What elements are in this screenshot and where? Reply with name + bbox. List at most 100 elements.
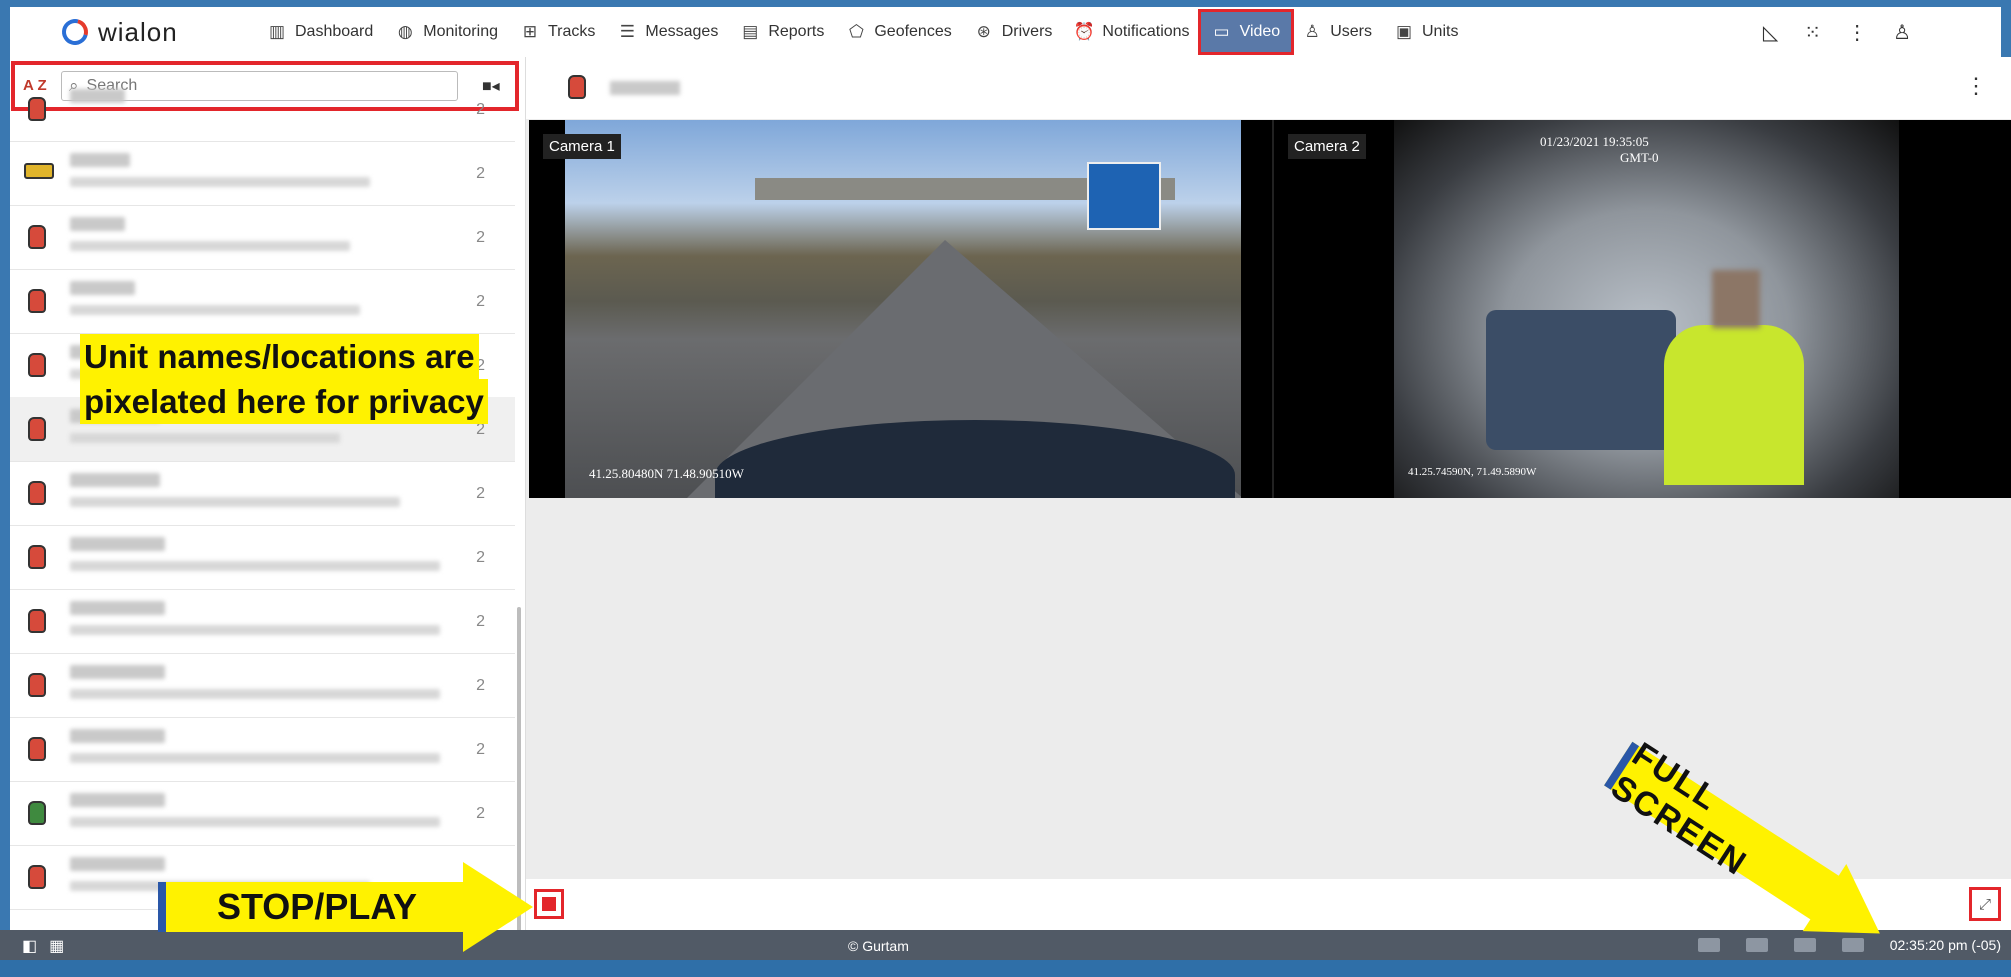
pixelated-face [1712,270,1760,328]
pixelated-name [70,217,125,231]
clock-time: 02:35:20 pm (-05) [1889,937,2001,953]
pixelated-location [70,625,440,635]
image-footer-icon[interactable] [1793,938,1816,952]
camera-2-coords: 41.25.74590N, 71.49.5890W [1408,466,1537,478]
seat-shape [1486,310,1676,450]
camera-2-label: Camera 2 [1288,134,1366,159]
unit-count: 2 [476,485,485,502]
steering-wheel-icon: ⊛ [976,22,991,41]
nav-item-messages[interactable]: ☰ Messages [606,12,729,52]
unit-count: 2 [476,741,485,758]
logo[interactable]: wialon [57,14,212,50]
user-icon: ♙ [1304,22,1320,41]
list-item[interactable]: 2 [10,269,515,334]
grid-layout-icon[interactable]: ▦ [49,936,64,956]
expand-icon: ⤢ [1978,895,1991,913]
nav-item-video[interactable]: ▭ Video [1197,9,1295,55]
vehicle-icon [28,289,46,313]
selected-unit-header: ⋮ [526,57,2011,119]
list-item[interactable]: 2 [10,525,515,590]
alarm-icon: ⏰ [1073,22,1095,41]
single-panel-icon[interactable]: ◧ [22,936,37,956]
list-item[interactable]: 2 [10,717,515,782]
geofence-icon: ⬠ [848,22,864,41]
video-feeds: 41.25.80480N 71.48.90510W Camera 1 01/23… [529,120,2011,498]
camera-2-feed: 01/23/2021 19:35:05 GMT-0 41.25.74590N, … [1394,120,1899,498]
ruler-icon[interactable]: ◺ [1763,20,1778,45]
camera-1-view[interactable]: 41.25.80480N 71.48.90510W Camera 1 [529,120,1272,498]
list-item[interactable]: 2 [10,653,515,718]
pixelated-location [70,561,440,571]
list-item[interactable]: 2 [10,77,515,142]
vehicle-icon [28,609,46,633]
list-item[interactable]: 2 [10,461,515,526]
stop-play-button[interactable] [534,889,564,919]
vehicle-icon [28,673,46,697]
units-sidebar: A Z ⌕ ■◂ 2 2 2 2 2 2 2 2 2 2 2 2 Unit na… [10,57,526,930]
nav-item-dashboard[interactable]: ▥ Dashboard [256,12,384,52]
nav-item-geofences[interactable]: ⬠ Geofences [835,12,962,52]
nav-item-tracks[interactable]: ⊞ Tracks [509,12,606,52]
unit-count: 2 [476,549,485,566]
pixelated-name [70,473,160,487]
nav-item-drivers[interactable]: ⊛ Drivers [963,12,1064,52]
vehicle-icon [568,75,586,99]
pixelated-name [70,537,165,551]
vehicle-icon [28,737,46,761]
messages-icon: ☰ [619,22,636,41]
pixelated-location [70,177,370,187]
vehicle-icon [28,97,46,121]
pixelated-location [70,753,440,763]
vehicle-icon [28,225,46,249]
unit-count: 2 [476,101,485,118]
pixelated-location [70,433,340,443]
nav-item-units[interactable]: ▣ Units [1383,12,1469,52]
chart-icon: ▥ [268,22,286,41]
unit-count: 2 [476,677,485,694]
camera-2-view[interactable]: 01/23/2021 19:35:05 GMT-0 41.25.74590N, … [1274,120,2011,498]
pixelated-location [70,689,440,699]
vehicle-icon [28,801,46,825]
fullscreen-button[interactable]: ⤢ [1969,887,2001,921]
nav-item-reports[interactable]: ▤ Reports [729,12,835,52]
arrow-head [463,862,533,952]
unit-count: 2 [476,613,485,630]
stop-play-annotation-arrow: STOP/PLAY [158,862,538,952]
pixelated-name [70,729,165,743]
privacy-annotation: Unit names/locations are pixelated here … [80,334,488,424]
video-icon: ▭ [1213,22,1230,41]
vehicle-icon [28,481,46,505]
apps-grid-icon[interactable]: ⁙ [1804,20,1821,45]
list-item[interactable]: 2 [10,589,515,654]
list-item[interactable]: 2 [10,141,515,206]
messages-footer-icon[interactable] [1697,938,1720,952]
pixelated-name [70,665,165,679]
video-panel: ⋮ 41.25.80480N 71.48.90510W Camera 1 01/… [526,57,2011,930]
top-navigation: wialon ▥ Dashboard ◍ Monitoring ⊞ Tracks ☰ M… [10,7,2001,57]
list-item[interactable]: 2 [10,205,515,270]
globe-icon: ◍ [397,22,413,41]
more-options-icon[interactable]: ⋮ [1847,20,1867,45]
pixelated-name [70,153,130,167]
pixelated-unit-name [610,81,680,95]
user-account-icon[interactable]: ♙ [1893,20,1911,45]
more-options-icon[interactable]: ⋮ [1965,73,1987,99]
layout-toggles: ◧ ▦ [22,936,64,956]
vehicle-icon [28,417,46,441]
stop-icon [542,897,556,911]
vehicle-icon [28,865,46,889]
copyright: © Gurtam [848,938,909,954]
vehicle-icon [28,545,46,569]
nav-menu: ▥ Dashboard ◍ Monitoring ⊞ Tracks ☰ Messages… [256,7,1469,57]
pixelated-location [70,241,350,251]
highway-sign-shape [1087,162,1161,230]
nav-item-notifications[interactable]: ⏰ Notifications [1063,12,1200,52]
bus-icon: ▣ [1395,22,1413,41]
list-item[interactable]: 2 [10,781,515,846]
nav-item-monitoring[interactable]: ◍ Monitoring [384,12,509,52]
pixelated-location [70,817,440,827]
nav-item-users[interactable]: ♙ Users [1291,12,1383,52]
mail-footer-icon[interactable] [1745,938,1768,952]
pixelated-name [70,793,165,807]
camera-2-timestamp: 01/23/2021 19:35:05 [1540,134,1649,149]
